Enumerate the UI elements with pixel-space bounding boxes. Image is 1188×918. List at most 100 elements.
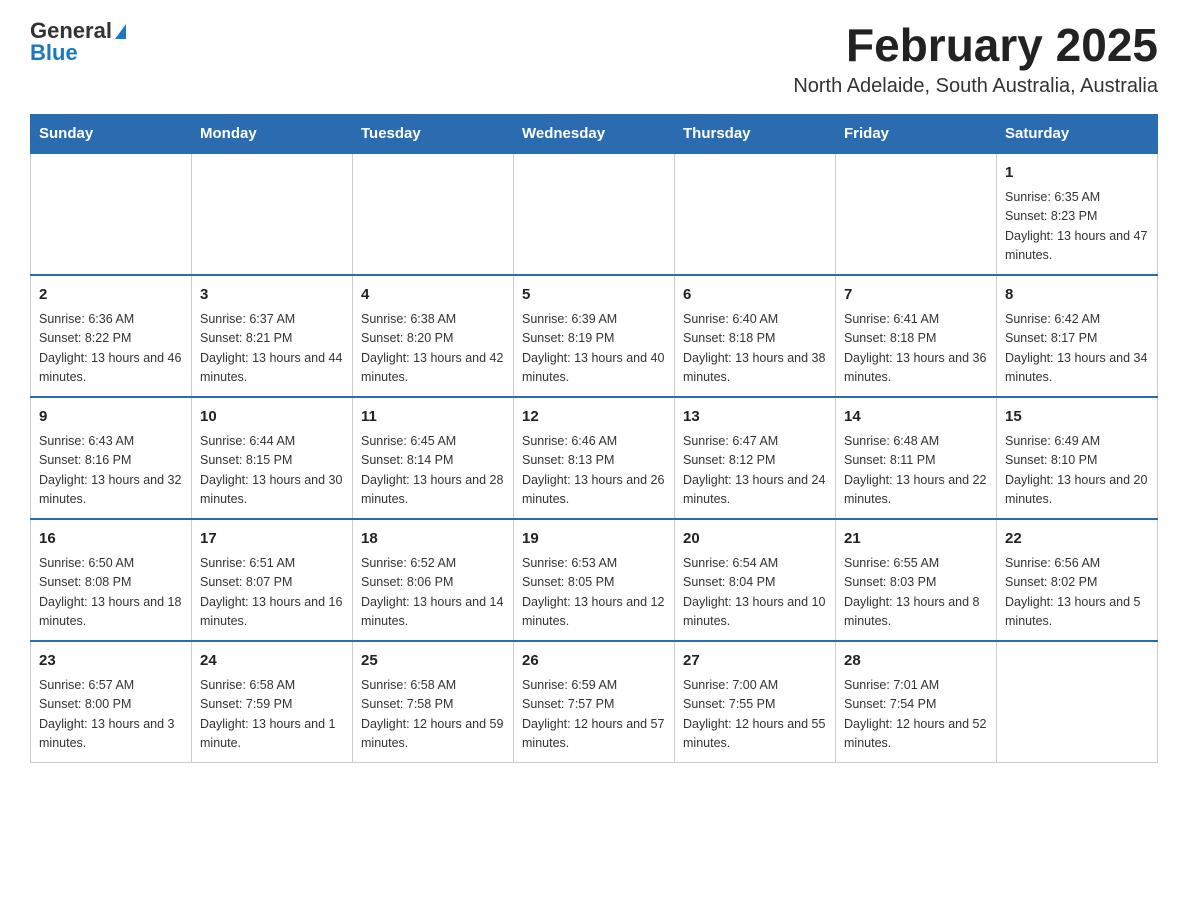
weekday-header: Sunday bbox=[31, 114, 192, 153]
calendar-day-cell: 26 Sunrise: 6:59 AM Sunset: 7:57 PM Dayli… bbox=[514, 641, 675, 763]
logo-blue-text: Blue bbox=[30, 42, 78, 64]
day-number: 4 bbox=[361, 284, 505, 307]
day-info: Sunrise: 6:46 AM Sunset: 8:13 PM Dayligh… bbox=[522, 432, 666, 510]
calendar-day-cell: 3 Sunrise: 6:37 AM Sunset: 8:21 PM Daylig… bbox=[192, 275, 353, 397]
day-info: Sunrise: 6:58 AM Sunset: 7:58 PM Dayligh… bbox=[361, 676, 505, 754]
weekday-row: SundayMondayTuesdayWednesdayThursdayFrid… bbox=[31, 114, 1158, 153]
day-info: Sunrise: 6:35 AM Sunset: 8:23 PM Dayligh… bbox=[1005, 188, 1149, 266]
day-info: Sunrise: 6:59 AM Sunset: 7:57 PM Dayligh… bbox=[522, 676, 666, 754]
day-number: 14 bbox=[844, 406, 988, 429]
calendar-day-cell: 11 Sunrise: 6:45 AM Sunset: 8:14 PM Dayli… bbox=[353, 397, 514, 519]
calendar-subtitle: North Adelaide, South Australia, Austral… bbox=[793, 75, 1158, 98]
calendar-day-cell: 22 Sunrise: 6:56 AM Sunset: 8:02 PM Dayli… bbox=[997, 519, 1158, 641]
day-number: 25 bbox=[361, 650, 505, 673]
calendar-day-cell: 6Sunrise: 6:40 AM Sunset: 8:18 PM Daylig… bbox=[675, 275, 836, 397]
day-info: Sunrise: 6:51 AM Sunset: 8:07 PM Dayligh… bbox=[200, 554, 344, 632]
day-info: Sunrise: 6:36 AM Sunset: 8:22 PM Dayligh… bbox=[39, 310, 183, 388]
logo-triangle-icon bbox=[115, 24, 126, 39]
day-info: Sunrise: 6:48 AM Sunset: 8:11 PM Dayligh… bbox=[844, 432, 988, 510]
logo: General Blue bbox=[30, 20, 126, 64]
day-number: 16 bbox=[39, 528, 183, 551]
day-number: 20 bbox=[683, 528, 827, 551]
day-info: Sunrise: 6:47 AM Sunset: 8:12 PM Dayligh… bbox=[683, 432, 827, 510]
day-number: 22 bbox=[1005, 528, 1149, 551]
calendar-day-cell: 4 Sunrise: 6:38 AM Sunset: 8:20 PM Daylig… bbox=[353, 275, 514, 397]
day-info: Sunrise: 6:57 AM Sunset: 8:00 PM Dayligh… bbox=[39, 676, 183, 754]
day-info: Sunrise: 6:56 AM Sunset: 8:02 PM Dayligh… bbox=[1005, 554, 1149, 632]
day-info: Sunrise: 7:00 AM Sunset: 7:55 PM Dayligh… bbox=[683, 676, 827, 754]
day-number: 28 bbox=[844, 650, 988, 673]
calendar-day-cell: 14 Sunrise: 6:48 AM Sunset: 8:11 PM Dayli… bbox=[836, 397, 997, 519]
calendar-body: 1 Sunrise: 6:35 AM Sunset: 8:23 PM Daylig… bbox=[31, 153, 1158, 763]
calendar-week-row: 9Sunrise: 6:43 AM Sunset: 8:16 PM Daylig… bbox=[31, 397, 1158, 519]
day-number: 5 bbox=[522, 284, 666, 307]
calendar-day-cell: 12 Sunrise: 6:46 AM Sunset: 8:13 PM Dayli… bbox=[514, 397, 675, 519]
day-number: 2 bbox=[39, 284, 183, 307]
calendar-day-cell bbox=[675, 153, 836, 275]
calendar-day-cell bbox=[997, 641, 1158, 763]
page-header: General Blue February 2025 North Adelaid… bbox=[30, 20, 1158, 98]
day-info: Sunrise: 6:52 AM Sunset: 8:06 PM Dayligh… bbox=[361, 554, 505, 632]
day-info: Sunrise: 6:49 AM Sunset: 8:10 PM Dayligh… bbox=[1005, 432, 1149, 510]
weekday-header: Thursday bbox=[675, 114, 836, 153]
day-info: Sunrise: 6:55 AM Sunset: 8:03 PM Dayligh… bbox=[844, 554, 988, 632]
day-number: 15 bbox=[1005, 406, 1149, 429]
calendar-day-cell bbox=[31, 153, 192, 275]
day-number: 9 bbox=[39, 406, 183, 429]
calendar-day-cell: 15 Sunrise: 6:49 AM Sunset: 8:10 PM Dayli… bbox=[997, 397, 1158, 519]
calendar-day-cell: 2 Sunrise: 6:36 AM Sunset: 8:22 PM Daylig… bbox=[31, 275, 192, 397]
calendar-day-cell: 17 Sunrise: 6:51 AM Sunset: 8:07 PM Dayli… bbox=[192, 519, 353, 641]
calendar-day-cell: 10Sunrise: 6:44 AM Sunset: 8:15 PM Dayli… bbox=[192, 397, 353, 519]
calendar-table: SundayMondayTuesdayWednesdayThursdayFrid… bbox=[30, 114, 1158, 763]
day-number: 1 bbox=[1005, 162, 1149, 185]
calendar-title-block: February 2025 North Adelaide, South Aust… bbox=[793, 20, 1158, 98]
calendar-week-row: 23 Sunrise: 6:57 AM Sunset: 8:00 PM Dayli… bbox=[31, 641, 1158, 763]
day-info: Sunrise: 7:01 AM Sunset: 7:54 PM Dayligh… bbox=[844, 676, 988, 754]
calendar-day-cell: 28 Sunrise: 7:01 AM Sunset: 7:54 PM Dayli… bbox=[836, 641, 997, 763]
day-info: Sunrise: 6:41 AM Sunset: 8:18 PM Dayligh… bbox=[844, 310, 988, 388]
calendar-day-cell: 24 Sunrise: 6:58 AM Sunset: 7:59 PM Dayli… bbox=[192, 641, 353, 763]
day-number: 3 bbox=[200, 284, 344, 307]
calendar-day-cell: 25 Sunrise: 6:58 AM Sunset: 7:58 PM Dayli… bbox=[353, 641, 514, 763]
day-number: 7 bbox=[844, 284, 988, 307]
day-number: 26 bbox=[522, 650, 666, 673]
day-number: 8 bbox=[1005, 284, 1149, 307]
day-info: Sunrise: 6:38 AM Sunset: 8:20 PM Dayligh… bbox=[361, 310, 505, 388]
calendar-header: SundayMondayTuesdayWednesdayThursdayFrid… bbox=[31, 114, 1158, 153]
calendar-day-cell bbox=[514, 153, 675, 275]
day-number: 12 bbox=[522, 406, 666, 429]
calendar-week-row: 1 Sunrise: 6:35 AM Sunset: 8:23 PM Daylig… bbox=[31, 153, 1158, 275]
logo-general-text: General bbox=[30, 20, 112, 42]
day-info: Sunrise: 6:53 AM Sunset: 8:05 PM Dayligh… bbox=[522, 554, 666, 632]
calendar-day-cell: 16Sunrise: 6:50 AM Sunset: 8:08 PM Dayli… bbox=[31, 519, 192, 641]
calendar-day-cell: 19 Sunrise: 6:53 AM Sunset: 8:05 PM Dayli… bbox=[514, 519, 675, 641]
day-info: Sunrise: 6:37 AM Sunset: 8:21 PM Dayligh… bbox=[200, 310, 344, 388]
calendar-day-cell: 20 Sunrise: 6:54 AM Sunset: 8:04 PM Dayli… bbox=[675, 519, 836, 641]
weekday-header: Wednesday bbox=[514, 114, 675, 153]
calendar-week-row: 16Sunrise: 6:50 AM Sunset: 8:08 PM Dayli… bbox=[31, 519, 1158, 641]
calendar-day-cell bbox=[192, 153, 353, 275]
calendar-day-cell: 21 Sunrise: 6:55 AM Sunset: 8:03 PM Dayli… bbox=[836, 519, 997, 641]
day-info: Sunrise: 6:45 AM Sunset: 8:14 PM Dayligh… bbox=[361, 432, 505, 510]
day-info: Sunrise: 6:54 AM Sunset: 8:04 PM Dayligh… bbox=[683, 554, 827, 632]
day-number: 24 bbox=[200, 650, 344, 673]
weekday-header: Friday bbox=[836, 114, 997, 153]
day-number: 19 bbox=[522, 528, 666, 551]
calendar-day-cell bbox=[836, 153, 997, 275]
day-number: 11 bbox=[361, 406, 505, 429]
day-number: 21 bbox=[844, 528, 988, 551]
day-info: Sunrise: 6:58 AM Sunset: 7:59 PM Dayligh… bbox=[200, 676, 344, 754]
calendar-day-cell: 7 Sunrise: 6:41 AM Sunset: 8:18 PM Daylig… bbox=[836, 275, 997, 397]
day-number: 23 bbox=[39, 650, 183, 673]
day-number: 17 bbox=[200, 528, 344, 551]
day-info: Sunrise: 6:40 AM Sunset: 8:18 PM Dayligh… bbox=[683, 310, 827, 388]
day-info: Sunrise: 6:39 AM Sunset: 8:19 PM Dayligh… bbox=[522, 310, 666, 388]
day-number: 27 bbox=[683, 650, 827, 673]
calendar-day-cell: 13 Sunrise: 6:47 AM Sunset: 8:12 PM Dayli… bbox=[675, 397, 836, 519]
day-info: Sunrise: 6:42 AM Sunset: 8:17 PM Dayligh… bbox=[1005, 310, 1149, 388]
calendar-day-cell: 5 Sunrise: 6:39 AM Sunset: 8:19 PM Daylig… bbox=[514, 275, 675, 397]
day-number: 18 bbox=[361, 528, 505, 551]
day-info: Sunrise: 6:44 AM Sunset: 8:15 PM Dayligh… bbox=[200, 432, 344, 510]
calendar-day-cell: 9Sunrise: 6:43 AM Sunset: 8:16 PM Daylig… bbox=[31, 397, 192, 519]
day-number: 13 bbox=[683, 406, 827, 429]
